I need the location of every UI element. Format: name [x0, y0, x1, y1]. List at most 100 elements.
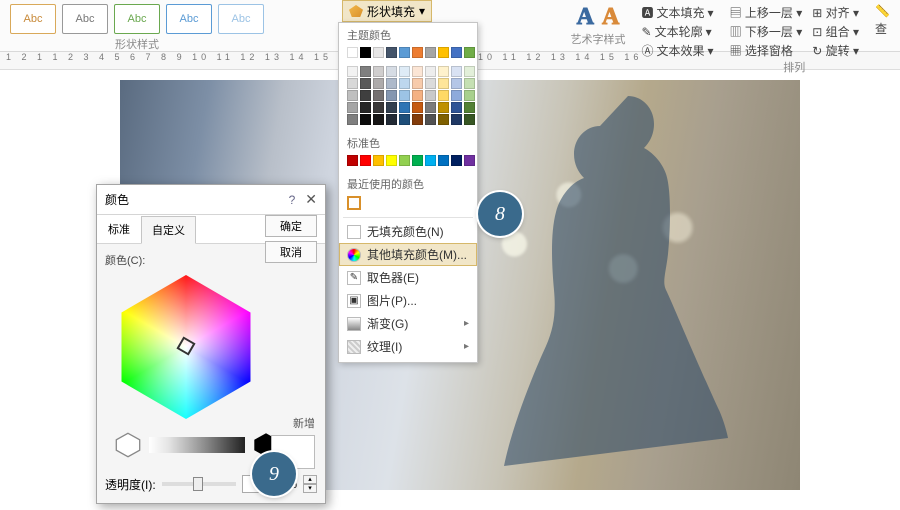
color-swatch[interactable]	[425, 78, 436, 89]
color-swatch[interactable]	[412, 155, 423, 166]
eyedropper-item[interactable]: ✎取色器(E)	[339, 266, 477, 289]
color-swatch[interactable]	[425, 90, 436, 101]
color-swatch[interactable]	[451, 102, 462, 113]
text-outline-button[interactable]: ✎ 文本轮廓 ▾	[642, 23, 714, 40]
color-swatch[interactable]	[373, 47, 384, 58]
selection-pane-button[interactable]: ▦ 选择窗格	[730, 42, 803, 59]
color-swatch[interactable]	[360, 78, 371, 89]
text-effects-button[interactable]: Ⓐ 文本效果 ▾	[642, 42, 714, 59]
hex-color-picker[interactable]	[111, 272, 261, 422]
color-swatch[interactable]	[412, 90, 423, 101]
color-swatch[interactable]	[425, 47, 436, 58]
shape-style-preset[interactable]: Abc	[114, 4, 160, 34]
silhouette-shape[interactable]	[490, 88, 730, 468]
color-swatch[interactable]	[464, 90, 475, 101]
color-swatch[interactable]	[451, 66, 462, 77]
color-swatch[interactable]	[412, 102, 423, 113]
color-swatch[interactable]	[373, 155, 384, 166]
color-swatch[interactable]	[360, 66, 371, 77]
color-swatch[interactable]	[438, 66, 449, 77]
shade-strip[interactable]	[149, 437, 245, 453]
bring-forward-button[interactable]: ▤ 上移一层 ▾	[730, 4, 803, 21]
shape-style-preset[interactable]: Abc	[218, 4, 264, 34]
color-swatch[interactable]	[399, 114, 410, 125]
color-swatch[interactable]	[347, 47, 358, 58]
color-swatch[interactable]	[425, 66, 436, 77]
color-swatch[interactable]	[360, 102, 371, 113]
rotate-button[interactable]: ↻ 旋转 ▾	[812, 42, 859, 59]
color-swatch[interactable]	[347, 114, 358, 125]
color-swatch[interactable]	[438, 114, 449, 125]
color-swatch[interactable]	[425, 155, 436, 166]
more-fill-colors-item[interactable]: 其他填充颜色(M)...	[339, 243, 477, 266]
slider-handle[interactable]	[193, 477, 203, 491]
color-swatch[interactable]	[386, 114, 397, 125]
dialog-help-button[interactable]: ?	[289, 193, 296, 207]
color-swatch[interactable]	[438, 90, 449, 101]
color-swatch[interactable]	[438, 155, 449, 166]
color-swatch[interactable]	[373, 78, 384, 89]
color-swatch[interactable]	[425, 114, 436, 125]
color-swatch[interactable]	[412, 66, 423, 77]
color-swatch[interactable]	[464, 78, 475, 89]
color-swatch[interactable]	[347, 66, 358, 77]
color-swatch[interactable]	[412, 114, 423, 125]
align-button[interactable]: ⊞ 对齐 ▾	[812, 4, 859, 21]
color-swatch[interactable]	[347, 90, 358, 101]
tab-standard[interactable]: 标准	[97, 215, 141, 243]
send-backward-button[interactable]: ▥ 下移一层 ▾	[730, 23, 803, 40]
gradient-fill-item[interactable]: 渐变(G)▸	[339, 312, 477, 335]
color-swatch[interactable]	[373, 102, 384, 113]
shape-fill-button[interactable]: 形状填充 ▾	[342, 0, 432, 22]
color-swatch[interactable]	[386, 155, 397, 166]
white-hex-icon[interactable]	[115, 432, 141, 458]
color-swatch[interactable]	[386, 47, 397, 58]
color-swatch[interactable]	[373, 90, 384, 101]
picture-fill-item[interactable]: ▣图片(P)...	[339, 289, 477, 312]
color-swatch[interactable]	[399, 90, 410, 101]
spin-up[interactable]: ▴	[303, 475, 317, 484]
tab-custom[interactable]: 自定义	[141, 216, 196, 244]
edit-icon[interactable]: 📏	[875, 4, 890, 18]
color-swatch[interactable]	[412, 78, 423, 89]
color-swatch[interactable]	[464, 66, 475, 77]
color-swatch[interactable]	[360, 90, 371, 101]
color-swatch[interactable]	[438, 78, 449, 89]
color-swatch[interactable]	[399, 155, 410, 166]
color-swatch[interactable]	[464, 114, 475, 125]
color-swatch[interactable]	[386, 78, 397, 89]
color-swatch[interactable]	[360, 114, 371, 125]
recent-color-swatch[interactable]	[347, 196, 361, 210]
shape-style-preset[interactable]: Abc	[10, 4, 56, 34]
color-swatch[interactable]	[464, 47, 475, 58]
color-swatch[interactable]	[386, 90, 397, 101]
color-swatch[interactable]	[399, 66, 410, 77]
color-swatch[interactable]	[347, 155, 358, 166]
color-swatch[interactable]	[451, 155, 462, 166]
opacity-slider[interactable]	[162, 482, 237, 486]
color-swatch[interactable]	[438, 47, 449, 58]
color-swatch[interactable]	[373, 114, 384, 125]
color-swatch[interactable]	[360, 47, 371, 58]
color-swatch[interactable]	[347, 78, 358, 89]
cancel-button[interactable]: 取消	[265, 241, 317, 263]
dialog-close-button[interactable]: ✕	[305, 191, 317, 208]
color-swatch[interactable]	[451, 47, 462, 58]
color-swatch[interactable]	[425, 102, 436, 113]
color-swatch[interactable]	[399, 102, 410, 113]
ok-button[interactable]: 确定	[265, 215, 317, 237]
texture-fill-item[interactable]: 纹理(I)▸	[339, 335, 477, 358]
text-fill-button[interactable]: 🅰 文本填充 ▾	[642, 4, 714, 21]
color-swatch[interactable]	[451, 114, 462, 125]
shape-style-gallery[interactable]: Abc Abc Abc Abc Abc	[10, 4, 264, 34]
color-swatch[interactable]	[412, 47, 423, 58]
color-swatch[interactable]	[464, 102, 475, 113]
shape-style-preset[interactable]: Abc	[166, 4, 212, 34]
color-swatch[interactable]	[399, 78, 410, 89]
color-swatch[interactable]	[347, 102, 358, 113]
color-swatch[interactable]	[399, 47, 410, 58]
group-button[interactable]: ⊡ 组合 ▾	[812, 23, 859, 40]
color-swatch[interactable]	[438, 102, 449, 113]
wordart-preset[interactable]: A	[598, 4, 623, 31]
color-swatch[interactable]	[386, 102, 397, 113]
